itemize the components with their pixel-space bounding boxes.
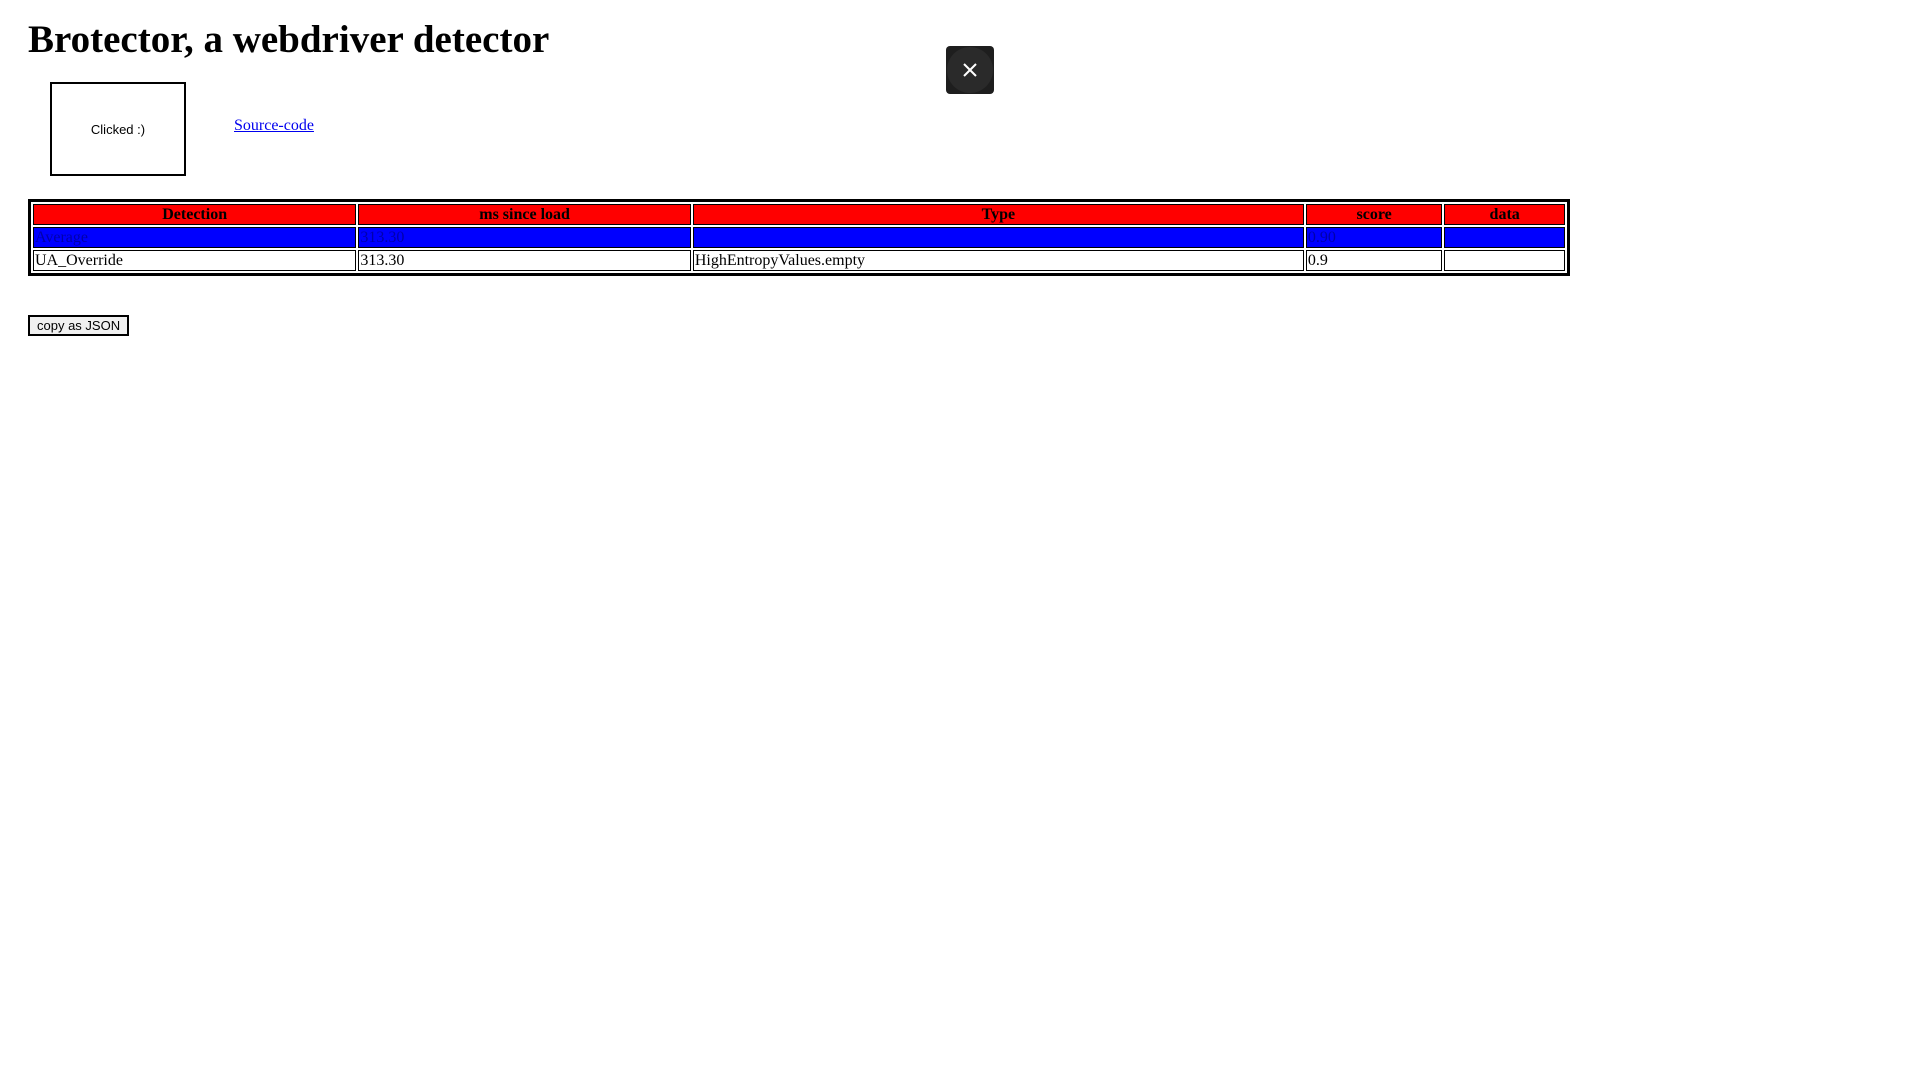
cell-detection: UA_Override (33, 250, 357, 271)
cell-data (1444, 227, 1565, 248)
header-data: data (1444, 204, 1565, 225)
cell-ms-since-load: 313.30 (358, 250, 691, 271)
detection-table-wrapper: Detection ms since load Type score data … (28, 199, 1570, 276)
cell-data (1444, 250, 1565, 271)
header-score: score (1305, 204, 1443, 225)
cell-type (692, 227, 1304, 248)
cell-ms-since-load: 313.30 (358, 227, 691, 248)
header-ms-since-load: ms since load (358, 204, 691, 225)
header-detection: Detection (33, 204, 357, 225)
copy-as-json-button[interactable]: copy as JSON (28, 315, 130, 336)
click-test-box[interactable]: Clicked :) (50, 82, 186, 176)
cell-type: HighEntropyValues.empty (692, 250, 1304, 271)
cell-detection: Average (33, 227, 357, 248)
page: Brotector, a webdriver detector Clicked … (0, 0, 1920, 1080)
cell-score: 0.90 (1305, 227, 1443, 248)
close-button[interactable] (946, 46, 994, 94)
source-code-link[interactable]: Source-code (234, 117, 314, 135)
header-type: Type (692, 204, 1304, 225)
click-box-label: Clicked :) (90, 121, 146, 137)
table-header-row: Detection ms since load Type score data (33, 204, 1565, 225)
close-icon (963, 63, 977, 77)
detection-table: Detection ms since load Type score data … (28, 199, 1570, 276)
page-title: Brotector, a webdriver detector (28, 18, 550, 61)
cell-score: 0.9 (1305, 250, 1443, 271)
table-row-average: Average 313.30 0.90 (33, 227, 1565, 248)
table-row: UA_Override 313.30 HighEntropyValues.emp… (33, 250, 1565, 271)
